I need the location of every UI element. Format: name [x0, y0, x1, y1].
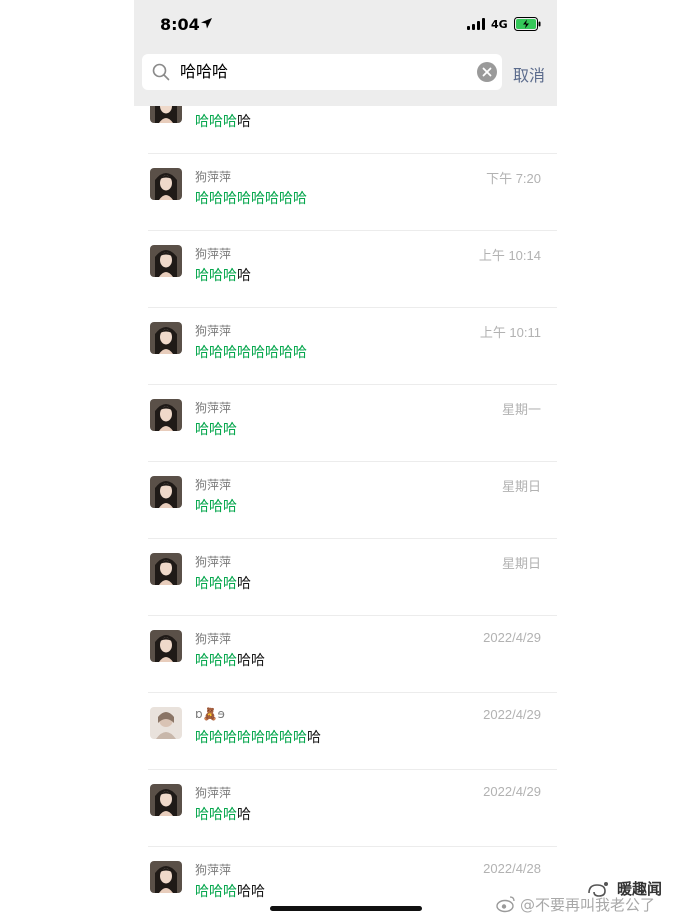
message-time: 上午 10:14	[478, 248, 541, 263]
contact-name: 狗萍萍	[195, 247, 232, 261]
result-row[interactable]: 狗萍萍 星期日哈哈哈	[148, 462, 557, 539]
search-bar: 哈哈哈 取消	[134, 48, 557, 106]
message-time: 下午 7:20	[486, 171, 541, 186]
highlighted-match: 哈哈哈	[195, 884, 237, 900]
highlighted-match: 哈哈哈哈哈哈哈哈	[195, 730, 307, 746]
highlighted-match: 哈哈哈	[195, 576, 237, 592]
avatar	[150, 861, 182, 893]
cancel-button[interactable]: 取消	[513, 62, 545, 86]
search-icon	[152, 63, 170, 81]
contact-name: 狗萍萍	[195, 863, 232, 877]
contact-name: 狗萍萍	[195, 324, 232, 338]
message-snippet: 哈哈哈	[195, 496, 237, 516]
result-row[interactable]: 哈哈哈哈	[148, 106, 557, 154]
search-results-list: 哈哈哈哈 狗萍萍 下午 7:20 哈哈哈哈哈哈哈哈 狗萍萍 上午 10:14 哈哈哈哈 狗萍萍…	[134, 106, 557, 920]
contact-name: 狗萍萍	[195, 170, 232, 184]
highlighted-match: 哈哈哈	[195, 422, 237, 438]
search-box[interactable]: 哈哈哈	[142, 54, 502, 90]
avatar	[150, 168, 182, 200]
status-bar: 8:04 4G	[134, 0, 557, 48]
message-snippet: 哈哈哈	[195, 419, 237, 439]
message-snippet: 哈哈哈哈	[195, 804, 251, 824]
message-rest: 哈	[237, 268, 251, 284]
result-row[interactable]: 狗萍萍 上午 10:11 哈哈哈哈哈哈哈哈	[148, 308, 557, 385]
avatar	[150, 476, 182, 508]
message-snippet: 哈哈哈哈哈哈哈哈	[195, 342, 307, 362]
message-snippet: 哈哈哈哈哈	[195, 881, 265, 901]
watermark-weibo: @不要再叫我老公了	[496, 892, 690, 916]
message-snippet: 哈哈哈哈哈	[195, 650, 265, 670]
message-snippet: 哈哈哈哈哈哈哈哈哈	[195, 727, 321, 747]
battery-charging-icon	[514, 17, 541, 31]
message-rest: 哈	[237, 807, 251, 823]
contact-name: 狗萍萍	[195, 555, 232, 569]
network-label: 4G	[491, 18, 508, 31]
status-time: 8:04	[160, 15, 200, 34]
result-row[interactable]: 狗萍萍 2022/4/29 哈哈哈哈	[148, 770, 557, 847]
avatar	[150, 245, 182, 277]
message-time: 上午 10:11	[479, 325, 541, 340]
message-snippet: 哈哈哈哈	[195, 111, 251, 131]
avatar	[150, 630, 182, 662]
avatar	[150, 553, 182, 585]
message-time: 2022/4/29	[483, 707, 541, 722]
weibo-logo-icon	[496, 896, 515, 913]
result-row[interactable]: 狗萍萍 2022/4/29 哈哈哈哈哈	[148, 616, 557, 693]
highlighted-match: 哈哈哈	[195, 499, 237, 515]
signal-icon	[467, 18, 485, 30]
avatar	[150, 399, 182, 431]
message-rest: 哈	[237, 576, 251, 592]
highlighted-match: 哈哈哈	[195, 114, 237, 130]
contact-name: 狗萍萍	[195, 786, 232, 800]
contact-name: 狗萍萍	[195, 632, 232, 646]
result-row[interactable]: ɒ🧸ɘ 2022/4/29 哈哈哈哈哈哈哈哈哈	[148, 693, 557, 770]
message-time: 星期日	[501, 556, 541, 571]
avatar	[150, 784, 182, 816]
contact-name: 狗萍萍	[195, 401, 232, 415]
avatar	[150, 707, 182, 739]
result-row[interactable]: 狗萍萍 下午 7:20 哈哈哈哈哈哈哈哈	[148, 154, 557, 231]
result-row[interactable]: 狗萍萍 星期日哈哈哈哈	[148, 539, 557, 616]
search-input[interactable]: 哈哈哈	[180, 54, 228, 90]
result-row[interactable]: 狗萍萍 星期一哈哈哈	[148, 385, 557, 462]
message-rest: 哈	[237, 114, 251, 130]
avatar	[150, 322, 182, 354]
message-time: 2022/4/29	[483, 784, 541, 799]
result-row[interactable]: 狗萍萍 上午 10:14 哈哈哈哈	[148, 231, 557, 308]
message-time: 2022/4/29	[483, 630, 541, 645]
clear-icon[interactable]	[477, 62, 497, 82]
home-indicator[interactable]	[270, 906, 422, 911]
message-time: 星期日	[501, 479, 541, 494]
highlighted-match: 哈哈哈	[195, 807, 237, 823]
contact-name: ɒ🧸ɘ	[195, 707, 225, 721]
weibo-handle: @不要再叫我老公了	[520, 896, 656, 914]
message-snippet: 哈哈哈哈	[195, 265, 251, 285]
message-time: 2022/4/28	[483, 861, 541, 876]
message-snippet: 哈哈哈哈	[195, 573, 251, 593]
highlighted-match: 哈哈哈	[195, 268, 237, 284]
message-rest: 哈哈	[237, 884, 265, 900]
highlighted-match: 哈哈哈哈哈哈哈哈	[195, 191, 307, 207]
highlighted-match: 哈哈哈	[195, 653, 237, 669]
contact-name: 狗萍萍	[195, 478, 232, 492]
message-snippet: 哈哈哈哈哈哈哈哈	[195, 188, 307, 208]
location-arrow-icon	[201, 18, 212, 29]
message-rest: 哈哈	[237, 653, 265, 669]
phone-screen: 8:04 4G 哈哈哈 取消 哈哈哈哈 狗萍萍 下午 7:20 哈哈哈哈哈哈哈哈…	[134, 0, 557, 920]
avatar	[150, 106, 182, 123]
highlighted-match: 哈哈哈哈哈哈哈哈	[195, 345, 307, 361]
message-rest: 哈	[307, 730, 321, 746]
message-time: 星期一	[501, 402, 541, 417]
